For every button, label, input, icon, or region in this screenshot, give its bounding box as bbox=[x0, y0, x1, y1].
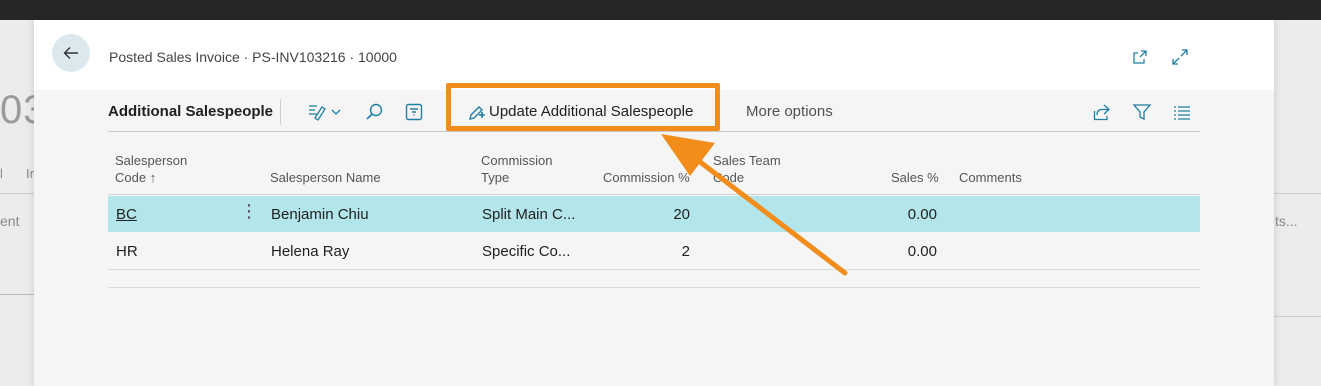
callout-arrow bbox=[661, 134, 848, 276]
arrow-shaft bbox=[692, 155, 848, 276]
